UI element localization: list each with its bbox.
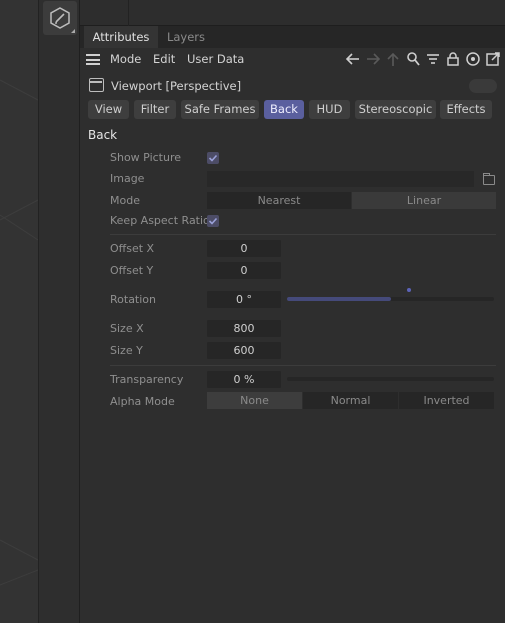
object-header: Viewport [Perspective]: [80, 74, 505, 98]
subtab-stereoscopic[interactable]: Stereoscopic: [355, 100, 436, 119]
menu-bar: Mode Edit User Data: [80, 48, 505, 72]
rotation-label: Rotation: [110, 293, 157, 306]
size-x-field[interactable]: 800: [207, 320, 281, 337]
alpha-option-inverted[interactable]: Inverted: [399, 392, 494, 409]
tool-flyout-corner: [71, 29, 75, 33]
offset-y-field[interactable]: 0: [207, 262, 281, 279]
target-icon[interactable]: [465, 51, 481, 67]
subtab-view[interactable]: View: [88, 100, 129, 119]
back-arrow-icon[interactable]: [345, 51, 361, 67]
subtab-filter[interactable]: Filter: [134, 100, 176, 119]
tool-palette: [38, 0, 80, 623]
edit-tool-button[interactable]: [43, 1, 77, 35]
viewport-canvas[interactable]: [0, 0, 38, 623]
rotation-slider-knob[interactable]: [407, 288, 411, 292]
keep-aspect-label: Keep Aspect Ratio: [110, 214, 210, 227]
divider: [110, 365, 496, 366]
show-picture-checkbox[interactable]: [207, 152, 219, 164]
subtab-back[interactable]: Back: [264, 100, 304, 119]
folder-icon[interactable]: [483, 173, 495, 185]
offset-y-label: Offset Y: [110, 264, 154, 277]
transparency-slider[interactable]: [287, 377, 494, 381]
size-y-label: Size Y: [110, 344, 143, 357]
size-y-field[interactable]: 600: [207, 342, 281, 359]
rotation-field[interactable]: 0 °: [207, 291, 281, 308]
offset-x-label: Offset X: [110, 242, 155, 255]
up-arrow-icon[interactable]: [385, 51, 401, 67]
mode-option-linear[interactable]: Linear: [352, 192, 496, 209]
tab-attributes[interactable]: Attributes: [84, 26, 158, 48]
manager-tabs: Attributes Layers: [80, 26, 505, 48]
menu-mode[interactable]: Mode: [110, 52, 141, 66]
image-label: Image: [110, 172, 145, 185]
size-x-label: Size X: [110, 322, 144, 335]
lock-icon[interactable]: [445, 51, 461, 67]
subtab-hud[interactable]: HUD: [309, 100, 350, 119]
tab-layers[interactable]: Layers: [158, 26, 214, 48]
search-icon[interactable]: [405, 51, 421, 67]
object-toggle[interactable]: [469, 79, 497, 93]
rotation-slider-fill: [287, 297, 391, 301]
mode-option-nearest[interactable]: Nearest: [207, 192, 351, 209]
checkmark-icon: [208, 154, 218, 162]
alpha-option-normal[interactable]: Normal: [303, 392, 398, 409]
property-group-tabs: View Filter Safe Frames Back HUD Stereos…: [80, 100, 505, 122]
top-toolbar-strip: [80, 0, 505, 26]
show-picture-label: Show Picture: [110, 151, 182, 164]
alpha-mode-label: Alpha Mode: [110, 395, 175, 408]
viewport-grid-lines: [0, 79, 38, 586]
forward-arrow-icon[interactable]: [365, 51, 381, 67]
attribute-manager: Attributes Layers Mode Edit User Data Vi…: [80, 26, 505, 623]
filter-icon[interactable]: [425, 51, 441, 67]
new-window-icon[interactable]: [485, 51, 501, 67]
checkmark-icon: [208, 217, 218, 225]
object-title: Viewport [Perspective]: [111, 79, 242, 93]
offset-x-field[interactable]: 0: [207, 240, 281, 257]
transparency-field[interactable]: 0 %: [207, 371, 281, 388]
section-title: Back: [88, 128, 118, 142]
menu-user-data[interactable]: User Data: [187, 52, 244, 66]
pencil-hexagon-icon: [50, 7, 70, 29]
top-strip-separator: [128, 0, 129, 26]
image-path-field[interactable]: [207, 171, 474, 187]
attributes-window: Attributes Layers Mode Edit User Data Vi…: [0, 0, 505, 623]
rotation-slider[interactable]: [287, 297, 494, 301]
keep-aspect-checkbox[interactable]: [207, 215, 219, 227]
alpha-option-none[interactable]: None: [207, 392, 302, 409]
divider: [110, 234, 496, 235]
viewport-icon: [89, 78, 104, 92]
subtab-effects[interactable]: Effects: [440, 100, 492, 119]
menu-edit[interactable]: Edit: [153, 52, 175, 66]
transparency-label: Transparency: [110, 373, 184, 386]
mode-label: Mode: [110, 194, 140, 207]
subtab-safe-frames[interactable]: Safe Frames: [181, 100, 259, 119]
hamburger-menu-icon[interactable]: [86, 54, 100, 65]
